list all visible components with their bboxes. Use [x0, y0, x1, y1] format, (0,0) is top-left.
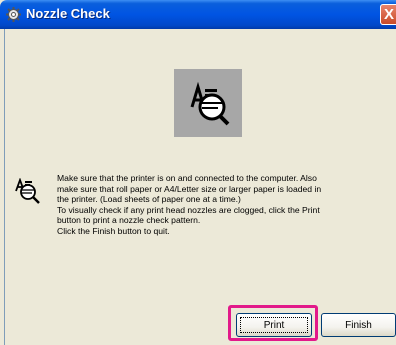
- message-line: Make sure that the printer is on and con…: [57, 173, 317, 183]
- nozzle-check-magnifier-icon: [174, 69, 242, 137]
- message-line: the printer. (Load sheets of paper one a…: [57, 194, 241, 205]
- print-button[interactable]: Print: [236, 313, 312, 337]
- finish-button[interactable]: Finish: [321, 313, 396, 337]
- window-title: Nozzle Check: [26, 6, 110, 21]
- instructions-text: Make sure that the printer is on and con…: [57, 173, 387, 237]
- message-line: make sure that roll paper or A4/Letter s…: [57, 183, 322, 194]
- close-button[interactable]: X: [380, 4, 396, 25]
- nozzle-check-window: Nozzle Check X Make sure that the printe…: [0, 0, 396, 345]
- close-icon: X: [384, 6, 395, 23]
- title-bar[interactable]: Nozzle Check X: [0, 0, 396, 29]
- gear-icon: [6, 7, 21, 22]
- message-line: button to print a nozzle check pattern.: [57, 215, 201, 226]
- message-line: To visually check if any print head nozz…: [57, 204, 320, 215]
- message-line: Click the Finish button to quit.: [57, 225, 170, 236]
- nozzle-check-magnifier-icon: [15, 178, 40, 204]
